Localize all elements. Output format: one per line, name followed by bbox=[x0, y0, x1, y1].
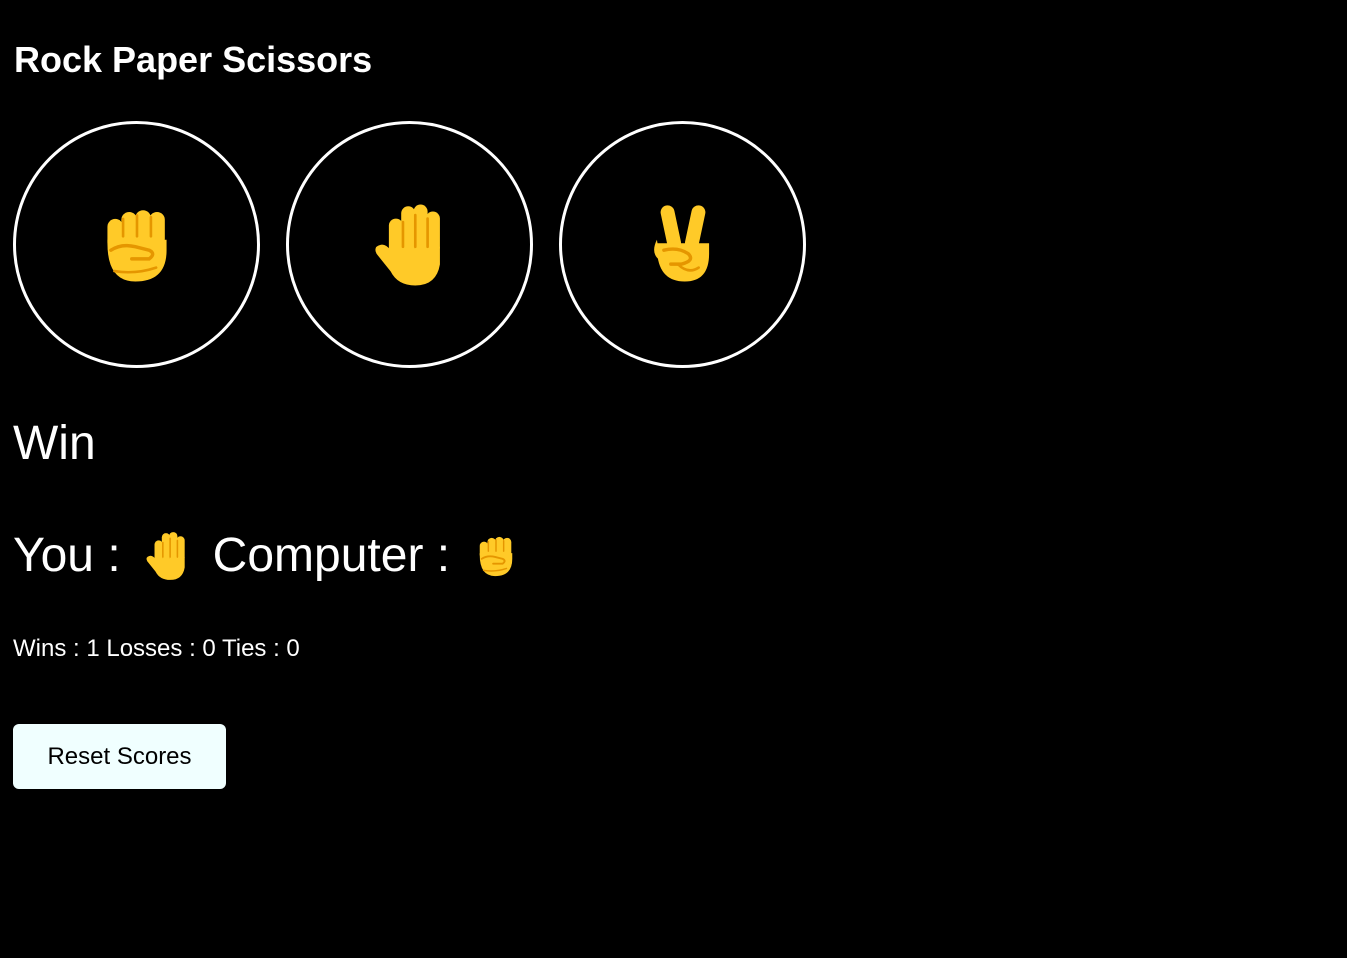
app-root: Rock Paper Scissors Win You : Computer : bbox=[0, 0, 1347, 958]
computer-label: Computer : bbox=[212, 529, 451, 582]
computer-move-icon bbox=[474, 532, 518, 580]
you-label: You : bbox=[13, 529, 121, 582]
raised-fist-icon bbox=[97, 201, 177, 289]
score-summary: Wins : 1 Losses : 0 Ties : 0 bbox=[13, 635, 300, 662]
page-title: Rock Paper Scissors bbox=[14, 39, 373, 80]
paper-button[interactable] bbox=[286, 121, 533, 368]
reset-scores-button[interactable]: Reset Scores bbox=[13, 724, 226, 789]
moves-display: You : Computer : bbox=[13, 528, 518, 584]
scissors-button[interactable] bbox=[559, 121, 806, 368]
player-move-icon bbox=[145, 530, 189, 582]
victory-hand-icon bbox=[643, 201, 723, 289]
result-text: Win bbox=[13, 417, 96, 470]
choice-buttons bbox=[13, 121, 806, 368]
rock-button[interactable] bbox=[13, 121, 260, 368]
raised-hand-icon bbox=[370, 201, 450, 289]
